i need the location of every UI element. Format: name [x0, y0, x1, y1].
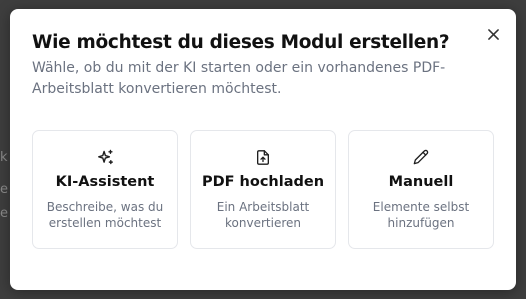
dialog-title: Wie möchtest du dieses Modul erstellen? [32, 32, 450, 53]
sparkles-icon [96, 148, 114, 166]
creation-options: KI-Assistent Beschreibe, was du erstelle… [32, 130, 494, 249]
backdrop-text-fragment: k [0, 150, 8, 165]
backdrop-text-fragment: e [0, 182, 8, 197]
file-upload-icon [254, 148, 272, 166]
option-title: Manuell [388, 174, 454, 190]
option-card-ai-assistant[interactable]: KI-Assistent Beschreibe, was du erstelle… [32, 130, 178, 249]
option-description: Beschreibe, was du erstellen möchtest [46, 200, 164, 230]
option-title: PDF hochladen [201, 174, 325, 190]
dialog-subtitle: Wähle, ob du mit der KI starten oder ein… [32, 60, 446, 97]
option-description: Ein Arbeitsblatt konvertieren [216, 200, 310, 230]
pencil-icon [412, 148, 430, 166]
option-card-manual[interactable]: Manuell Elemente selbst hinzufügen [348, 130, 494, 249]
create-module-dialog: Wie möchtest du dieses Modul erstellen? … [10, 9, 516, 290]
option-description: Elemente selbst hinzufügen [372, 200, 470, 230]
backdrop-text-fragment: e [0, 206, 8, 221]
close-icon [487, 28, 499, 40]
close-button[interactable] [484, 25, 502, 43]
option-card-pdf-upload[interactable]: PDF hochladen Ein Arbeitsblatt konvertie… [190, 130, 336, 249]
option-title: KI-Assistent [55, 174, 155, 190]
